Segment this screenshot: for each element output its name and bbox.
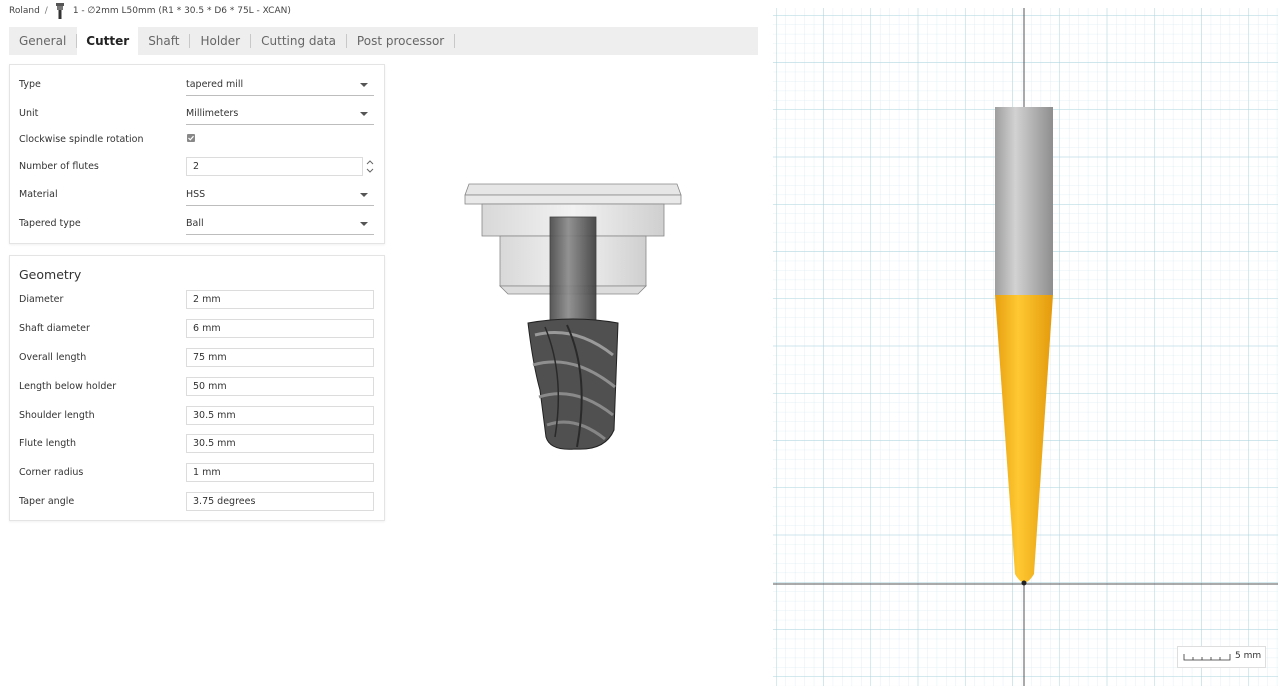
tab-shaft[interactable]: Shaft <box>138 34 191 48</box>
corner-radius-row: Corner radius 1 mm <box>10 463 384 485</box>
tab-cutting-data[interactable]: Cutting data <box>251 34 347 48</box>
endmill-icon <box>55 3 64 19</box>
diameter-input[interactable]: 2 mm <box>186 290 374 309</box>
overall-length-input[interactable]: 75 mm <box>186 348 374 367</box>
flute-length-row: Flute length 30.5 mm <box>10 434 384 456</box>
length-below-holder-row: Length below holder 50 mm <box>10 377 384 399</box>
material-row: Material HSS <box>10 185 384 207</box>
material-value: HSS <box>186 189 206 200</box>
corner-radius-value: 1 mm <box>193 467 221 478</box>
diameter-label: Diameter <box>19 294 64 305</box>
flute-length-label: Flute length <box>19 438 76 449</box>
flutes-value: 2 <box>193 161 200 172</box>
diameter-row: Diameter 2 mm <box>10 290 384 312</box>
shoulder-length-label: Shoulder length <box>19 410 95 421</box>
shaft-diameter-label: Shaft diameter <box>19 323 90 334</box>
flute-length-value: 30.5 mm <box>193 438 236 449</box>
length-below-holder-label: Length below holder <box>19 381 117 392</box>
tab-post-processor[interactable]: Post processor <box>347 34 456 48</box>
unit-select[interactable]: Millimeters <box>186 104 374 125</box>
overall-length-value: 75 mm <box>193 352 227 363</box>
tool-name: 1 - ∅2mm L50mm (R1 * 30.5 * D6 * 75L - X… <box>72 6 291 16</box>
tapered-type-label: Tapered type <box>19 218 81 229</box>
tapered-type-select[interactable]: Ball <box>186 214 374 235</box>
tapered-type-row: Tapered type Ball <box>10 214 384 236</box>
flutes-label: Number of flutes <box>19 161 99 172</box>
tool-preview <box>464 183 682 450</box>
cutter-properties-panel: Type tapered mill Unit Millimeters Clock… <box>9 64 385 244</box>
unit-label: Unit <box>19 108 39 119</box>
breadcrumb: Roland / 1 - ∅2mm L50mm (R1 * 30.5 * D6 … <box>9 3 291 19</box>
type-row: Type tapered mill <box>10 75 384 97</box>
checkmark-icon <box>188 135 194 141</box>
origin-point <box>1021 580 1027 586</box>
taper-angle-row: Taper angle 3.75 degrees <box>10 492 384 514</box>
clockwise-label: Clockwise spindle rotation <box>19 134 144 145</box>
flutes-input[interactable]: 2 <box>186 157 363 176</box>
geometry-title: Geometry <box>19 267 82 282</box>
corner-radius-input[interactable]: 1 mm <box>186 463 374 482</box>
type-value: tapered mill <box>186 79 244 90</box>
corner-radius-label: Corner radius <box>19 467 84 478</box>
geometry-panel: Geometry Diameter 2 mm Shaft diameter 6 … <box>9 255 385 521</box>
type-select[interactable]: tapered mill <box>186 75 374 96</box>
length-below-holder-input[interactable]: 50 mm <box>186 377 374 396</box>
clockwise-checkbox[interactable] <box>187 134 195 142</box>
tab-cutter[interactable]: Cutter <box>77 27 139 55</box>
length-below-holder-value: 50 mm <box>193 381 227 392</box>
breadcrumb-separator: / <box>44 6 48 16</box>
shoulder-length-value: 30.5 mm <box>193 410 236 421</box>
tab-holder[interactable]: Holder <box>190 34 252 48</box>
type-label: Type <box>19 79 41 90</box>
overall-length-label: Overall length <box>19 352 87 363</box>
chevron-down-icon <box>360 193 368 197</box>
taper-angle-value: 3.75 degrees <box>193 496 256 507</box>
tab-bar: General Cutter Shaft Holder Cutting data… <box>9 27 758 55</box>
diameter-value: 2 mm <box>193 294 221 305</box>
shoulder-length-input[interactable]: 30.5 mm <box>186 406 374 425</box>
material-select[interactable]: HSS <box>186 185 374 206</box>
taper-angle-input[interactable]: 3.75 degrees <box>186 492 374 511</box>
unit-value: Millimeters <box>186 108 239 119</box>
shaft-diameter-value: 6 mm <box>193 323 221 334</box>
flute-length-input[interactable]: 30.5 mm <box>186 434 374 453</box>
tool-profile-viewer[interactable] <box>773 8 1278 686</box>
ruler-icon <box>1183 654 1231 661</box>
chevron-down-icon <box>360 83 368 87</box>
flutes-row: Number of flutes 2 <box>10 157 384 179</box>
material-label: Material <box>19 189 58 200</box>
unit-row: Unit Millimeters <box>10 104 384 126</box>
shaft-diameter-row: Shaft diameter 6 mm <box>10 319 384 341</box>
shaft-diameter-input[interactable]: 6 mm <box>186 319 374 338</box>
tapered-type-value: Ball <box>186 218 204 229</box>
scale-bar: 5 mm <box>1177 646 1266 668</box>
spinner-arrows-icon[interactable] <box>365 157 375 177</box>
chevron-down-icon <box>360 112 368 116</box>
overall-length-row: Overall length 75 mm <box>10 348 384 370</box>
profile-canvas[interactable] <box>773 8 1278 686</box>
shaft-profile <box>995 107 1053 295</box>
chevron-down-icon <box>360 222 368 226</box>
scale-label: 5 mm <box>1235 651 1262 661</box>
breadcrumb-root[interactable]: Roland <box>9 6 40 16</box>
shoulder-length-row: Shoulder length 30.5 mm <box>10 406 384 428</box>
taper-angle-label: Taper angle <box>19 496 75 507</box>
clockwise-row: Clockwise spindle rotation <box>10 130 384 152</box>
tab-general[interactable]: General <box>9 34 78 48</box>
